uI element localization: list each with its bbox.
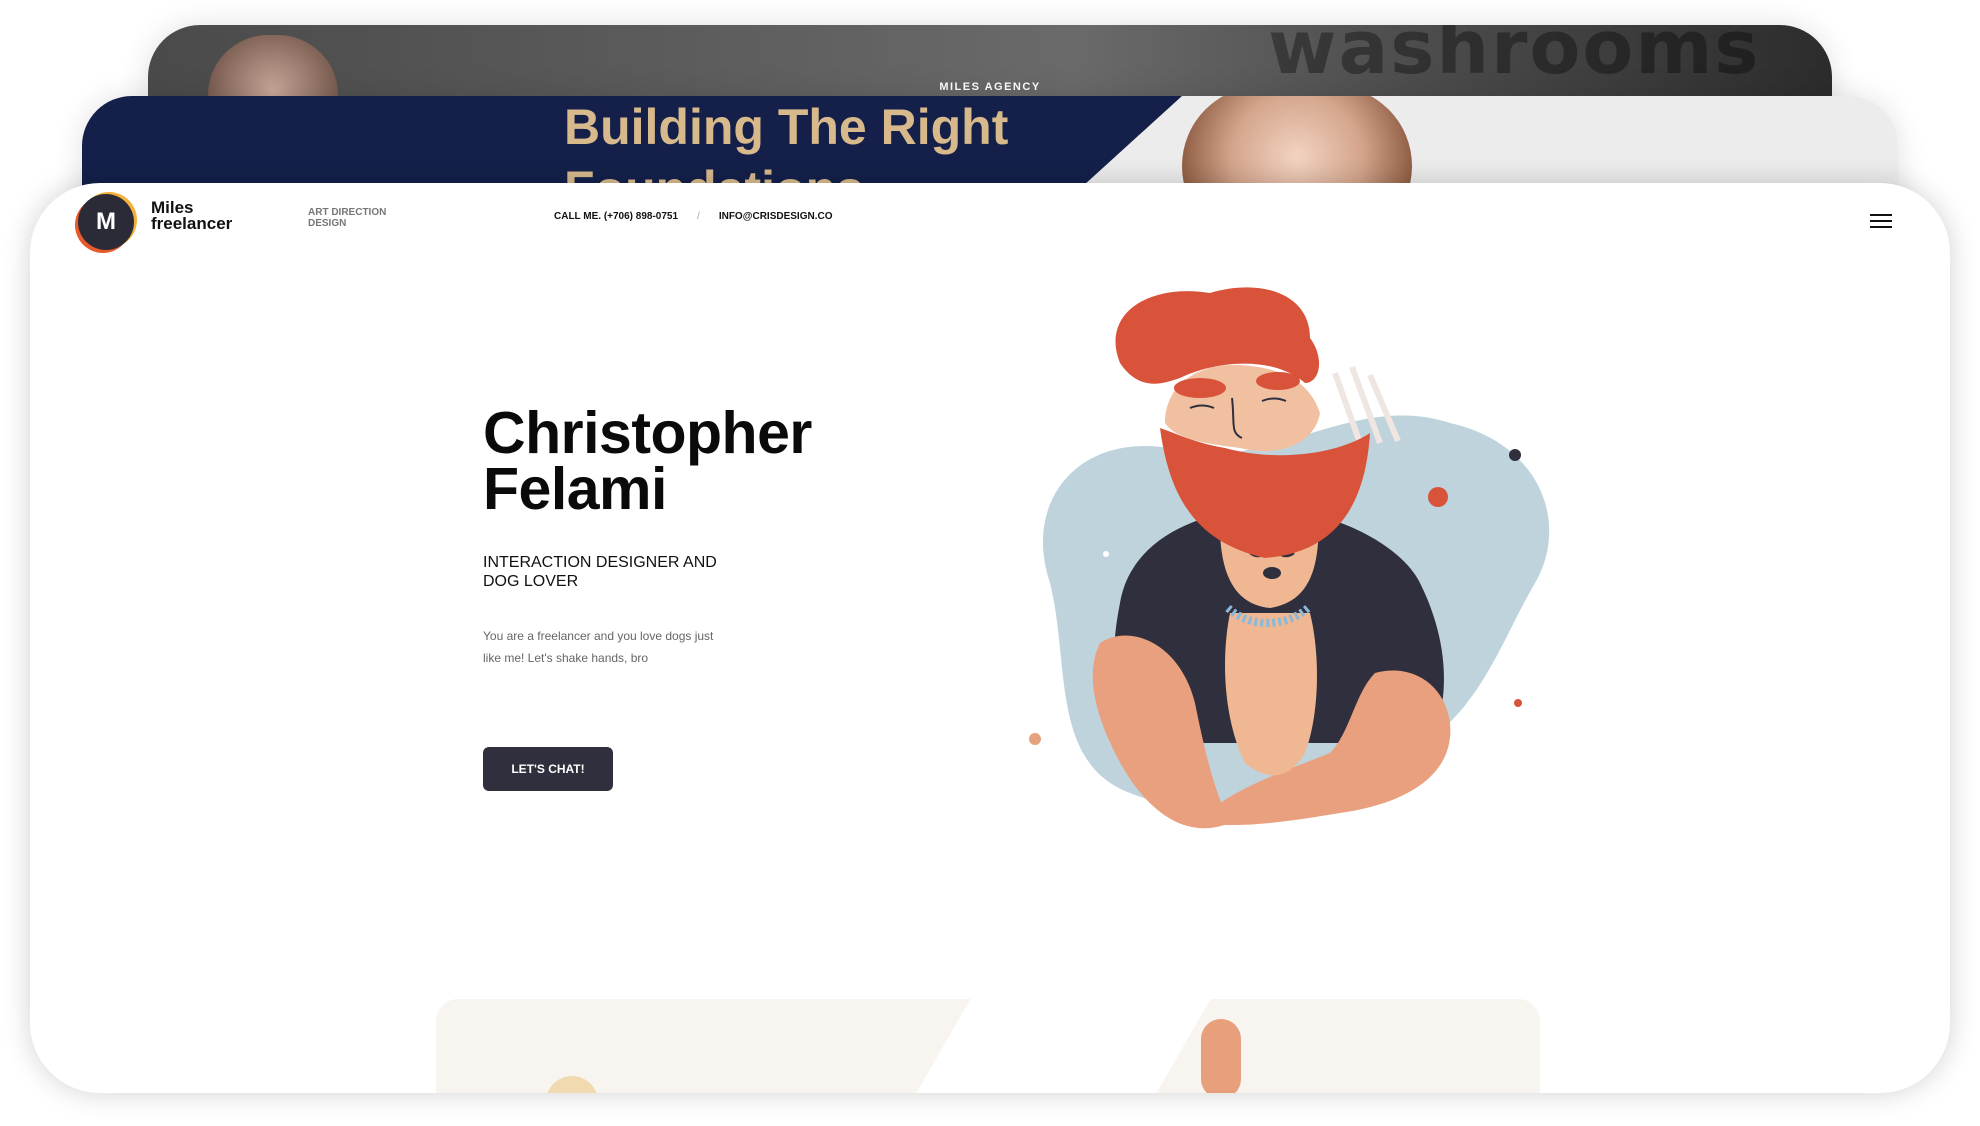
hero-name: Christopher Felami [483, 400, 812, 522]
brand-name[interactable]: Miles freelancer [151, 199, 232, 232]
logo-icon[interactable]: M [78, 194, 134, 250]
hero-description: You are a freelancer and you love dogs j… [483, 629, 714, 665]
email-link[interactable]: INFO@CRISDESIGN.CO [719, 211, 833, 222]
phone-link[interactable]: CALL ME. (+706) 898-0751 [554, 211, 678, 222]
man-with-dog-illustration [1029, 287, 1550, 829]
lets-chat-button[interactable]: LET'S CHAT! [483, 747, 613, 791]
contact-separator: / [697, 211, 700, 222]
main-page-card: M Miles freelancer ART DIRECTION DESIGN … [30, 183, 1950, 1093]
next-section-preview [436, 999, 1540, 1093]
section-stripe [901, 999, 1211, 1093]
badge-icon [546, 1076, 598, 1093]
hero-role: INTERACTION DESIGNER AND DOG LOVER [483, 554, 717, 590]
section-image [1201, 1019, 1241, 1093]
tagline: ART DIRECTION DESIGN [308, 207, 387, 229]
agency-label: MILES AGENCY [939, 81, 1041, 93]
hamburger-menu-icon[interactable] [1870, 214, 1892, 230]
contact-bar: CALL ME. (+706) 898-0751 / INFO@CRISDESIGN… [554, 211, 832, 222]
